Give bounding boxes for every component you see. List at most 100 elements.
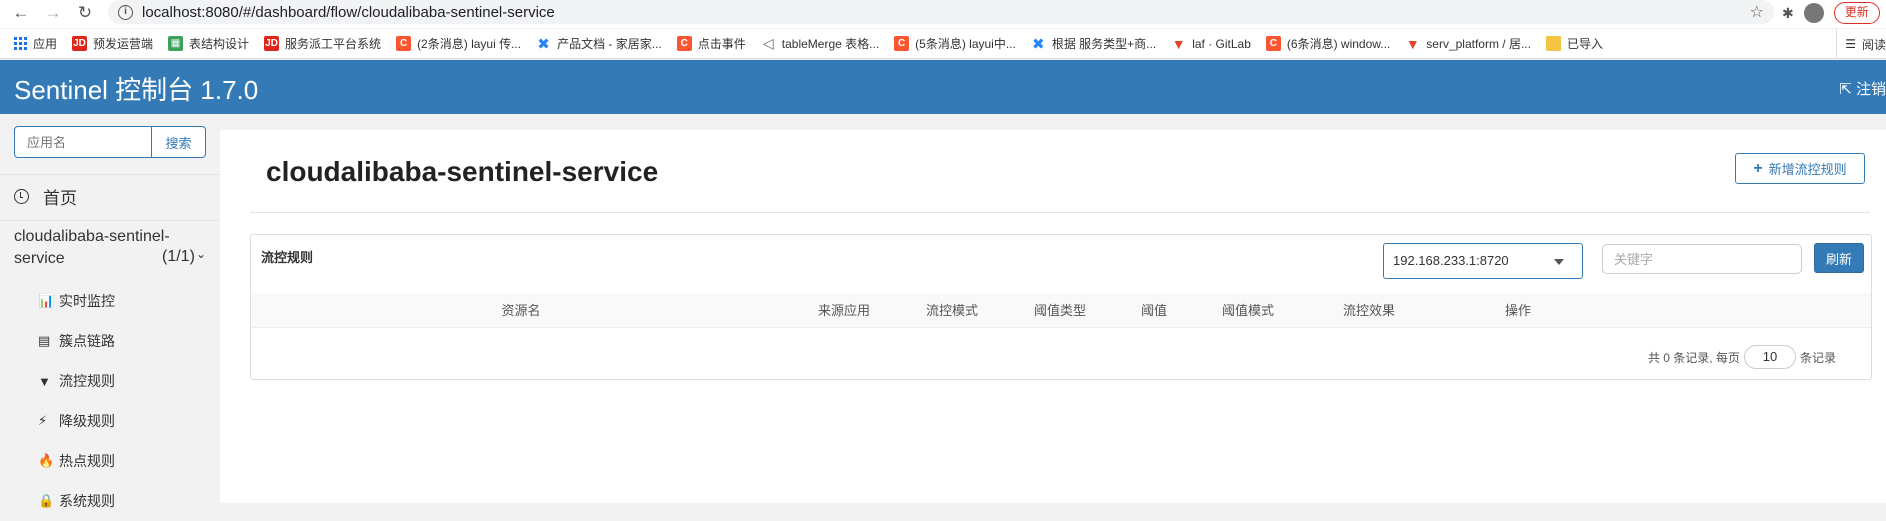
jd-icon: JD	[72, 36, 88, 51]
sidebar-item-home[interactable]: 首页	[14, 184, 77, 209]
apps-grid-icon	[14, 37, 27, 50]
filter-icon: ▼	[38, 373, 51, 389]
fire-icon: 🔥	[38, 453, 55, 468]
bookmark-item[interactable]: JD 预发运营端	[72, 35, 153, 52]
reload-icon[interactable]: ↻	[72, 0, 98, 26]
keyword-input[interactable]	[1602, 244, 1802, 274]
extensions-puzzle-icon[interactable]: ✱	[1782, 5, 1794, 22]
column-header: 阈值类型	[1033, 303, 1087, 318]
bookmark-label: 已导入	[1566, 37, 1603, 51]
confluence-icon: ✖	[537, 35, 550, 53]
bookmark-item[interactable]: C (2条消息) layui 传...	[396, 35, 521, 52]
gitlab-icon: ▼	[1405, 35, 1420, 52]
bookmark-item[interactable]: JD 服务派工平台系统	[264, 35, 381, 52]
logout-label: 注销	[1855, 81, 1886, 98]
sidebar-item-system-rules[interactable]: 🔒 系统规则	[0, 481, 220, 521]
profile-avatar[interactable]	[1803, 3, 1824, 23]
bookmark-item[interactable]: C (6条消息) window...	[1265, 35, 1391, 52]
sidebar-item-flow-rules[interactable]: ▼ 流控规则	[0, 361, 220, 401]
sidebar-item-cluster-link[interactable]: ▤ 簇点链路	[0, 321, 220, 361]
add-flow-rule-button[interactable]: + 新增流控规则	[1735, 153, 1865, 184]
bookmark-label: 服务派工平台系统	[285, 37, 382, 51]
bookmark-label: tableMerge 表格...	[781, 37, 880, 51]
pager-prefix: 共 0 条记录, 每页	[1647, 350, 1740, 365]
app-machine-count: (1/1)	[162, 248, 195, 265]
divider	[250, 212, 1870, 213]
page-size-input[interactable]: 10	[1743, 345, 1796, 369]
plus-icon: +	[1753, 159, 1763, 177]
back-arrow-icon[interactable]: ←	[8, 0, 34, 26]
bookmark-item[interactable]: ▦ 表结构设计	[168, 35, 249, 52]
lock-icon: 🔒	[38, 493, 55, 508]
bookmark-label: 表结构设计	[189, 37, 250, 51]
bookmark-label: (6条消息) window...	[1286, 37, 1391, 51]
bookmark-label: serv_platform / 居...	[1426, 37, 1531, 51]
bookmark-apps[interactable]: 应用	[14, 35, 57, 52]
sidebar-item-hot-rules[interactable]: 🔥 热点规则	[0, 441, 220, 481]
bookmark-label: 产品文档 - 家居家...	[557, 37, 662, 51]
bookmark-star-icon[interactable]: ☆	[1750, 2, 1764, 22]
menu-label: 系统规则	[59, 493, 115, 509]
reading-list[interactable]: ☰ 阅读	[1836, 29, 1886, 58]
site-info-icon[interactable]: i	[118, 4, 133, 20]
app-search-input[interactable]	[14, 126, 152, 158]
sidebar: 搜索 首页 cloudalibaba-sentinel-service (1/1…	[0, 114, 220, 509]
caret-down-icon	[1554, 259, 1564, 265]
bookmark-item[interactable]: ◁ tableMerge 表格...	[761, 35, 879, 52]
bookmark-folder[interactable]: 已导入	[1545, 35, 1603, 52]
jd-icon: JD	[264, 36, 280, 51]
bookmark-label: 应用	[33, 37, 58, 51]
bookmark-label: (5条消息) layui中...	[915, 37, 1016, 51]
column-header: 来源应用	[817, 303, 871, 318]
reading-list-icon: ☰	[1845, 37, 1856, 51]
dashboard-clock-icon	[14, 189, 29, 204]
update-button[interactable]: 更新	[1833, 2, 1880, 24]
pager-suffix: 条记录	[1799, 350, 1836, 365]
bookmark-label: 预发运营端	[93, 37, 154, 51]
bookmark-label: laf · GitLab	[1192, 36, 1251, 51]
rules-table-header: 资源名 来源应用 流控模式 阈值类型 阈值 阈值模式 流控效果 操作	[251, 293, 1871, 328]
column-header: 资源名	[501, 303, 541, 318]
menu-label: 簇点链路	[59, 333, 115, 349]
csdn-icon: C	[894, 36, 910, 51]
sheet-icon: ▦	[168, 36, 184, 51]
sidebar-item-realtime-monitor[interactable]: 📊 实时监控	[0, 281, 220, 321]
bookmarks-bar: 应用 JD 预发运营端 ▦ 表结构设计 JD 服务派工平台系统 C (2条消息) lay…	[0, 29, 1886, 59]
menu-label: 实时监控	[59, 293, 115, 309]
page-title: cloudalibaba-sentinel-service	[266, 156, 659, 187]
csdn-icon: C	[1265, 36, 1281, 51]
list-icon: ▤	[38, 333, 51, 348]
column-header: 操作	[1504, 303, 1532, 318]
column-header: 流控模式	[925, 303, 979, 318]
refresh-button[interactable]: 刷新	[1814, 243, 1864, 273]
bookmark-item[interactable]: C (5条消息) layui中...	[894, 35, 1016, 52]
app-search: 搜索	[14, 126, 206, 158]
machine-select-value: 192.168.233.1:8720	[1393, 253, 1509, 268]
home-label: 首页	[43, 189, 77, 208]
browser-toolbar: ← → ↻ i localhost:8080/#/dashboard/flow/…	[0, 0, 1886, 28]
address-bar[interactable]: i localhost:8080/#/dashboard/flow/clouda…	[108, 0, 1774, 24]
forward-arrow-icon[interactable]: →	[40, 0, 66, 26]
menu-label: 流控规则	[59, 373, 115, 389]
bookmark-item[interactable]: ✖ 产品文档 - 家居家...	[536, 35, 662, 53]
bookmark-item[interactable]: ✖ 根据 服务类型+商...	[1031, 35, 1156, 53]
machine-select[interactable]: 192.168.233.1:8720	[1383, 243, 1583, 279]
add-flow-rule-label: 新增流控规则	[1768, 162, 1847, 177]
brand-title[interactable]: Sentinel 控制台 1.7.0	[14, 70, 258, 107]
column-header: 流控效果	[1342, 303, 1396, 318]
sidebar-item-degrade-rules[interactable]: ⚡ 降级规则	[0, 401, 220, 441]
address-url: localhost:8080/#/dashboard/flow/cloudali…	[142, 3, 555, 21]
bookmark-item[interactable]: ▼ serv_platform / 居...	[1405, 35, 1531, 52]
bookmark-item[interactable]: ▼ laf · GitLab	[1171, 35, 1251, 52]
search-button[interactable]: 搜索	[152, 126, 206, 158]
bookmark-item[interactable]: C 点击事件	[676, 35, 746, 52]
confluence-icon: ✖	[1032, 35, 1045, 53]
logout-icon: ⇱	[1839, 81, 1856, 98]
menu-label: 降级规则	[59, 413, 115, 429]
bookmark-label: (2条消息) layui 传...	[417, 37, 522, 51]
panel-title: 流控规则	[261, 250, 314, 265]
chevron-down-icon[interactable]: ⌄	[196, 247, 206, 261]
logout-link[interactable]: ⇱ 注销	[1839, 78, 1886, 99]
gitlab-icon: ▼	[1171, 35, 1186, 52]
csdn-icon: C	[676, 36, 692, 51]
